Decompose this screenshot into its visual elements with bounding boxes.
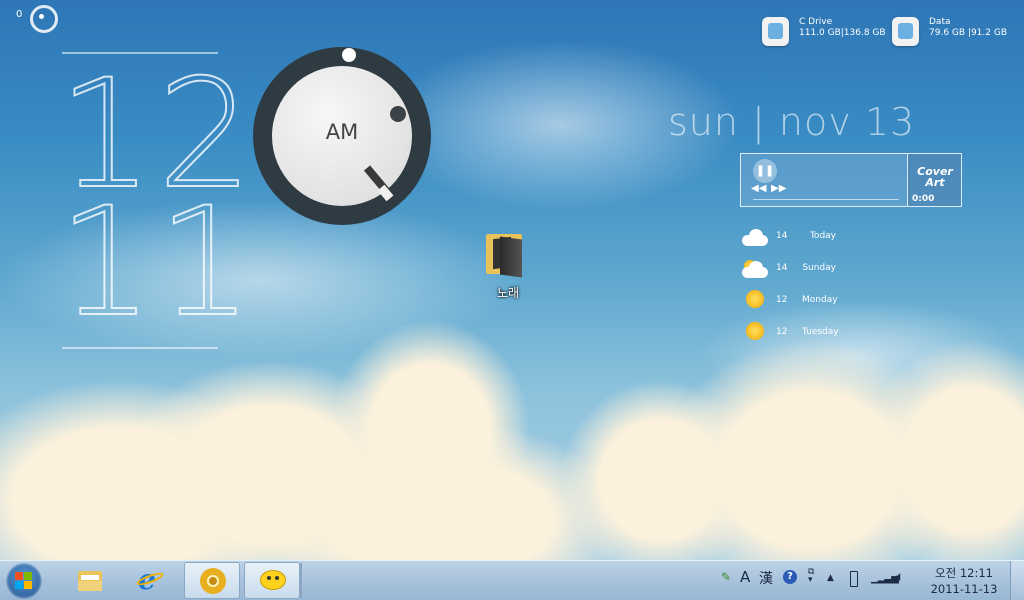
partly-cloudy-icon <box>742 259 770 279</box>
date-text: sun | nov 13 <box>668 100 916 144</box>
dial-face: AM <box>272 66 412 206</box>
chat-icon <box>259 568 287 594</box>
ie-icon: e <box>135 565 165 595</box>
pause-icon[interactable]: ❚❚ <box>753 159 777 183</box>
dial-marker-right <box>390 106 406 122</box>
drive-name: Data <box>929 17 951 27</box>
show-hidden-icons[interactable]: ▲ <box>827 573 834 583</box>
taskbar-messenger-button[interactable] <box>244 562 300 599</box>
cloudy-icon <box>742 227 770 247</box>
taskbar-explorer-button[interactable] <box>62 562 118 599</box>
sunny-icon <box>746 322 764 340</box>
taskbar-ie-button[interactable]: e <box>122 562 178 599</box>
drive-usage: 79.6 GB |91.2 GB <box>929 28 1007 38</box>
playback-time: 0:00 <box>912 194 935 204</box>
battery-icon[interactable] <box>850 571 858 587</box>
fast-forward-icon[interactable]: ▶▶ <box>771 183 786 194</box>
desktop-icon-label[interactable]: 노래 <box>478 284 538 301</box>
media-player-gadget: ❚❚ ◀◀ ▶▶ Cover Art 0:00 <box>740 153 962 207</box>
dial-marker-top <box>342 48 356 62</box>
drive-usage: 111.0 GB|136.8 GB <box>799 28 886 38</box>
taskbar: e ✎ A 漢 ? ⧉ ▾ ▲ ▁▂▃▅ 🔈︎ 오전 12:11 2011-11-… <box>0 560 1024 600</box>
forecast-temp: 12 <box>776 327 788 337</box>
ime-options-icon[interactable]: ⧉ ▾ <box>808 568 814 585</box>
sunny-icon <box>746 290 764 308</box>
cover-art-label: Cover Art <box>917 165 953 189</box>
clock-date: 2011-11-13 <box>930 582 998 596</box>
data-drive-icon[interactable] <box>892 17 919 46</box>
taskbar-chrome-button[interactable] <box>184 562 240 599</box>
am-dial-gadget[interactable]: AM <box>253 47 431 225</box>
progress-bar[interactable] <box>753 199 899 200</box>
show-desktop-button[interactable] <box>1010 561 1024 600</box>
c-drive-icon[interactable] <box>762 17 789 46</box>
rewind-icon[interactable]: ◀◀ <box>751 183 766 194</box>
signal-icon[interactable]: ▁▂▃▅ <box>871 573 899 584</box>
forecast-temp: 14 <box>776 263 788 273</box>
forecast-temp: 14 <box>776 231 788 241</box>
temperature-text: 0 <box>16 9 23 20</box>
clock-time: 오전 12:11 <box>935 566 993 580</box>
clock-minute: 11 <box>57 176 257 350</box>
clock-divider-bottom <box>62 347 218 349</box>
ime-settings-icon[interactable]: ✎ <box>721 570 731 584</box>
forecast-day: Tuesday <box>802 327 839 337</box>
am-pm-label: AM <box>325 120 359 144</box>
forecast-temp: 12 <box>776 295 788 305</box>
drive-name: C Drive <box>799 17 833 27</box>
cover-art: Cover Art 0:00 <box>907 154 961 206</box>
forecast-day: Monday <box>802 295 838 305</box>
forecast-day: Sunday <box>802 263 836 273</box>
ime-mode-a[interactable]: A <box>740 568 750 586</box>
volume-icon[interactable]: 🔈︎ <box>896 569 904 585</box>
taskbar-separator <box>300 563 302 598</box>
help-icon[interactable]: ? <box>783 570 797 584</box>
taskbar-clock[interactable]: 오전 12:11 2011-11-13 <box>926 565 1002 597</box>
ime-hanja[interactable]: 漢 <box>759 568 773 588</box>
forecast-day: Today <box>809 231 836 241</box>
chrome-icon <box>199 568 227 594</box>
desktop: 0 12 11 AM sun | nov 13 C Drive 111.0 GB… <box>0 0 1024 560</box>
data-drive-info: Data 79.6 GB |91.2 GB <box>929 17 1007 39</box>
music-folder-icon[interactable] <box>486 232 526 278</box>
c-drive-info: C Drive 111.0 GB|136.8 GB <box>799 17 886 39</box>
windows-start-icon[interactable] <box>6 563 42 599</box>
weather-ring-icon[interactable] <box>30 5 58 33</box>
folder-icon <box>76 567 104 593</box>
